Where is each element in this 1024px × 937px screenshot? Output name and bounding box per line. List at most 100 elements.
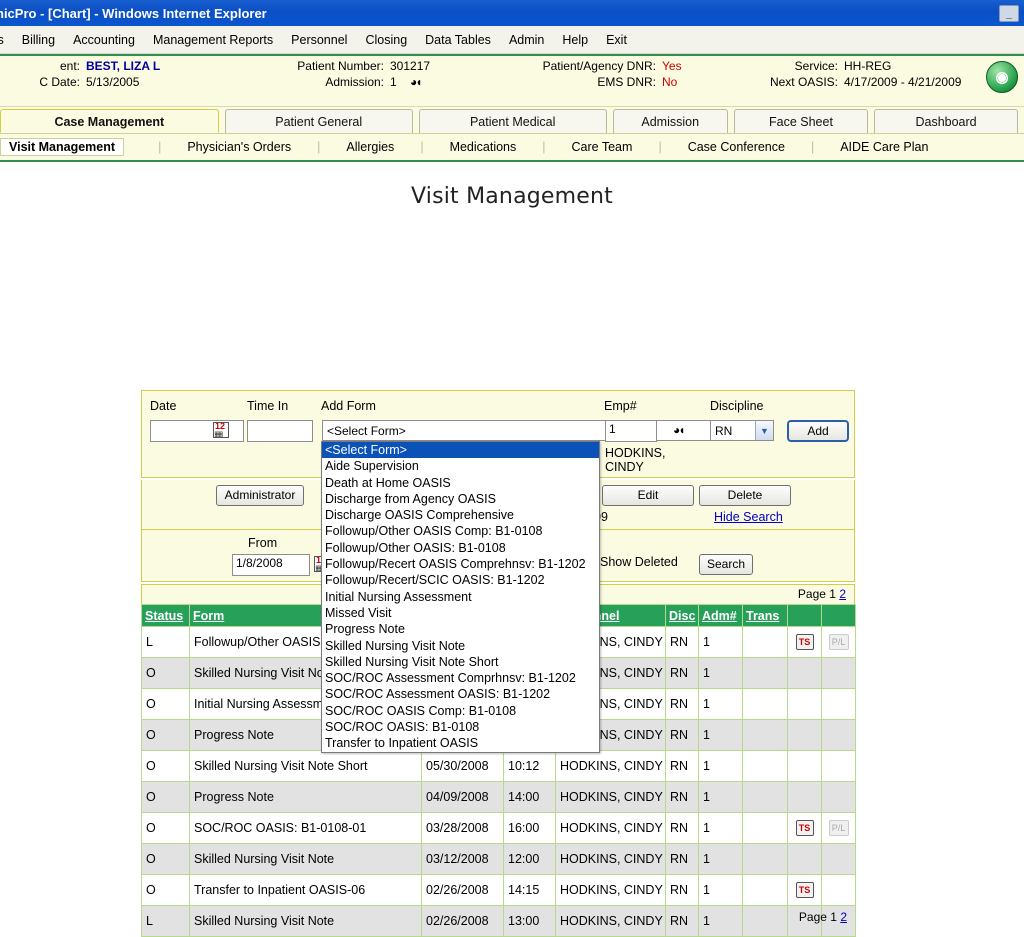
subtab-physician-s-orders[interactable]: Physician's Orders: [161, 140, 317, 154]
menu-item-help[interactable]: Help: [553, 31, 597, 49]
menu-item-personnel[interactable]: Personnel: [282, 31, 356, 49]
col-header-adm-[interactable]: Adm#: [698, 604, 743, 627]
globe-icon[interactable]: ◉: [986, 61, 1018, 93]
from-date-input[interactable]: 1/8/2008: [232, 554, 310, 576]
search-button[interactable]: Search: [699, 554, 753, 575]
admission-value: 1: [390, 75, 397, 89]
menu-item-data-tables[interactable]: Data Tables: [416, 31, 500, 49]
pl-button[interactable]: P/L: [828, 634, 849, 650]
table-row[interactable]: O Progress Note 04/09/2008 14:00 HODKINS, CI…: [141, 781, 856, 813]
cell-status: O: [141, 781, 190, 813]
dropdown-option[interactable]: SOC/ROC Assessment Comprhnsv: B1-1202: [322, 670, 599, 686]
cell-ts: TS: [787, 874, 822, 906]
ems-dnr-value: No: [662, 75, 678, 89]
dropdown-option[interactable]: Followup/Recert OASIS Comprehnsv: B1-120…: [322, 556, 599, 572]
cert-date-label: C Date:: [39, 75, 80, 89]
cell-time: 16:00: [503, 812, 556, 844]
table-row[interactable]: O Skilled Nursing Visit Note Short 05/30/2…: [141, 750, 856, 782]
emp-input-value: 1: [609, 422, 616, 436]
cell-status: O: [141, 688, 190, 720]
dropdown-option[interactable]: Skilled Nursing Visit Note: [322, 638, 599, 654]
cell-personnel: HODKINS, CINDY: [555, 874, 666, 906]
tab-admission[interactable]: Admission: [612, 109, 728, 133]
dropdown-option[interactable]: SOC/ROC OASIS: B1-0108: [322, 719, 599, 735]
hide-search-link[interactable]: Hide Search: [714, 510, 783, 524]
tab-patient-general[interactable]: Patient General: [224, 109, 413, 133]
cell-personnel: HODKINS, CINDY: [555, 843, 666, 875]
binoculars-icon[interactable]: ◕◖: [410, 75, 422, 89]
col-header-trans[interactable]: Trans: [742, 604, 788, 627]
ts-button[interactable]: TS: [795, 634, 814, 650]
cell-date: 03/28/2008: [421, 812, 504, 844]
main-menubar: tsBillingAccountingManagement ReportsPer…: [0, 26, 1024, 54]
dropdown-option[interactable]: Aide Supervision: [322, 458, 599, 474]
ts-button[interactable]: TS: [795, 882, 814, 898]
subtab-aide-care-plan[interactable]: AIDE Care Plan: [814, 140, 954, 154]
dropdown-option[interactable]: SOC/ROC OASIS Comp: B1-0108: [322, 703, 599, 719]
cell-status: L: [141, 626, 190, 658]
pagination-bottom-link[interactable]: 2: [840, 910, 847, 924]
menu-item-exit[interactable]: Exit: [597, 31, 636, 49]
pagination-top-link[interactable]: 2: [839, 587, 846, 601]
add-form-dropdown-list[interactable]: <Select Form> Aide Supervision Death at Ho…: [321, 441, 600, 753]
dnr-value: Yes: [662, 59, 682, 73]
cell-form: Transfer to Inpatient OASIS-06: [189, 874, 422, 906]
table-row[interactable]: O Skilled Nursing Visit Note 03/12/2008 12:…: [141, 843, 856, 875]
edit-button[interactable]: Edit: [602, 485, 694, 506]
cell-pl: [821, 719, 856, 751]
menu-item-admin[interactable]: Admin: [500, 31, 553, 49]
time-in-input[interactable]: [247, 420, 313, 442]
dropdown-option[interactable]: SOC/ROC Assessment OASIS: B1-1202: [322, 686, 599, 702]
subtab-visit-management[interactable]: Visit Management: [0, 138, 125, 156]
pl-button[interactable]: P/L: [828, 820, 849, 836]
dropdown-option[interactable]: Followup/Other OASIS Comp: B1-0108: [322, 523, 599, 539]
ts-button[interactable]: TS: [795, 820, 814, 836]
dropdown-option[interactable]: Missed Visit: [322, 605, 599, 621]
dropdown-option[interactable]: Followup/Recert/SCIC OASIS: B1-1202: [322, 572, 599, 588]
tab-face-sheet[interactable]: Face Sheet: [733, 109, 869, 133]
table-row[interactable]: O SOC/ROC OASIS: B1-0108-01 03/28/2008 16:0…: [141, 812, 856, 844]
tab-dashboard[interactable]: Dashboard: [874, 109, 1018, 133]
subtab-medications[interactable]: Medications: [424, 140, 543, 154]
binoculars-icon[interactable]: ◕◖: [673, 423, 685, 437]
tab-case-management[interactable]: Case Management: [0, 109, 219, 133]
delete-button[interactable]: Delete: [699, 485, 791, 506]
subtab-case-conference[interactable]: Case Conference: [662, 140, 811, 154]
dropdown-option[interactable]: Followup/Other OASIS: B1-0108: [322, 540, 599, 556]
subtab-allergies[interactable]: Allergies: [320, 140, 420, 154]
minimize-button[interactable]: _: [999, 4, 1019, 22]
administrator-button[interactable]: Administrator: [216, 485, 304, 506]
dropdown-option[interactable]: Initial Nursing Assessment: [322, 589, 599, 605]
date-input[interactable]: [150, 420, 244, 442]
menu-item-billing[interactable]: Billing: [13, 31, 64, 49]
secondary-tabs: Visit Management | Physician's Orders | Alle…: [0, 134, 1024, 162]
dropdown-option[interactable]: <Select Form>: [322, 442, 599, 459]
col-header-status[interactable]: Status: [141, 604, 190, 627]
discipline-select[interactable]: RN ▼: [710, 420, 774, 441]
calendar-icon[interactable]: [213, 422, 229, 438]
add-button[interactable]: Add: [787, 420, 849, 442]
menu-item-ts[interactable]: ts: [0, 31, 13, 49]
cell-adm: 1: [698, 781, 743, 813]
dropdown-option[interactable]: Death at Home OASIS: [322, 475, 599, 491]
cell-trans: [742, 843, 788, 875]
dropdown-option[interactable]: Transfer to Inpatient OASIS: [322, 735, 599, 751]
menu-item-management-reports[interactable]: Management Reports: [144, 31, 282, 49]
table-row[interactable]: O Transfer to Inpatient OASIS-06 02/26/200…: [141, 874, 856, 906]
menu-item-accounting[interactable]: Accounting: [64, 31, 144, 49]
cell-trans: [742, 781, 788, 813]
chevron-down-icon[interactable]: ▼: [755, 421, 773, 440]
subtab-care-team[interactable]: Care Team: [546, 140, 659, 154]
cell-pl: [821, 843, 856, 875]
dropdown-option[interactable]: Discharge OASIS Comprehensive: [322, 507, 599, 523]
cell-status: O: [141, 657, 190, 689]
cell-time: 10:12: [503, 750, 556, 782]
dropdown-option[interactable]: Discharge from Agency OASIS: [322, 491, 599, 507]
emp-input[interactable]: 1: [605, 420, 657, 442]
col-header-disc[interactable]: Disc: [665, 604, 699, 627]
tab-patient-medical[interactable]: Patient Medical: [418, 109, 607, 133]
dropdown-option[interactable]: Skilled Nursing Visit Note Short: [322, 654, 599, 670]
cell-pl: [821, 750, 856, 782]
dropdown-option[interactable]: Progress Note: [322, 621, 599, 637]
menu-item-closing[interactable]: Closing: [356, 31, 416, 49]
